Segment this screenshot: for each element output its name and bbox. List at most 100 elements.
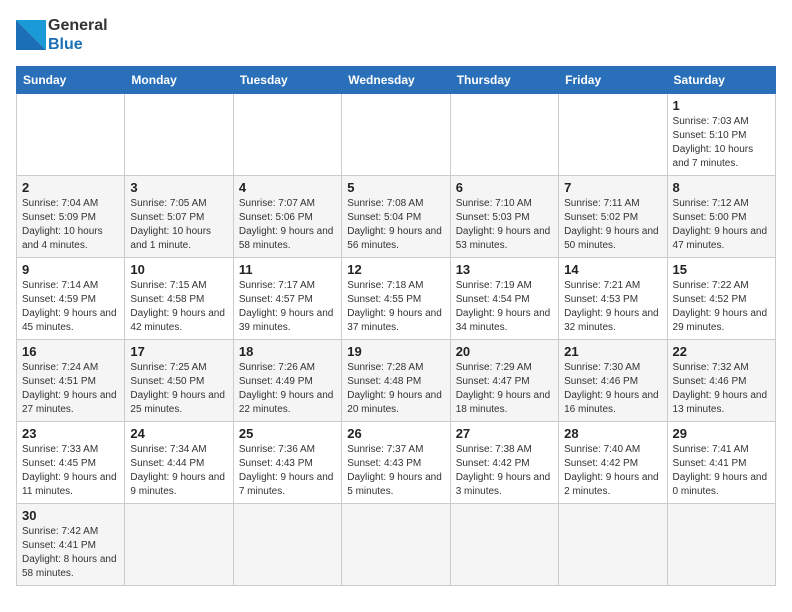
calendar-day-24: 24Sunrise: 7:34 AM Sunset: 4:44 PM Dayli… [125,422,233,504]
empty-day-cell [17,94,125,176]
day-number: 21 [564,344,661,359]
empty-day-cell [233,504,341,586]
calendar-day-30: 30 Sunrise: 7:42 AM Sunset: 4:41 PM Dayli… [17,504,125,586]
empty-day-cell [342,94,450,176]
day-info: Sunrise: 7:11 AM Sunset: 5:02 PM Dayligh… [564,197,661,253]
day-info: Sunrise: 7:32 AM Sunset: 4:46 PM Dayligh… [673,361,770,417]
calendar-day-27: 27 Sunrise: 7:38 AM Sunset: 4:42 PM Dayli… [450,422,558,504]
empty-day-cell [450,504,558,586]
calendar-day-13: 13 Sunrise: 7:19 AM Sunset: 4:54 PM Dayli… [450,258,558,340]
calendar-week-row: 2 Sunrise: 7:04 AM Sunset: 5:09 PM Daylig… [17,176,776,258]
day-info: Sunrise: 7:18 AM Sunset: 4:55 PM Dayligh… [347,279,444,335]
calendar-week-row: 16Sunrise: 7:24 AM Sunset: 4:51 PM Dayli… [17,340,776,422]
day-number: 11 [239,262,336,277]
calendar-week-row: 23Sunrise: 7:33 AM Sunset: 4:45 PM Dayli… [17,422,776,504]
day-info: Sunrise: 7:38 AM Sunset: 4:42 PM Dayligh… [456,443,553,499]
day-number: 13 [456,262,553,277]
day-number: 3 [130,180,227,195]
day-info: Sunrise: 7:37 AM Sunset: 4:43 PM Dayligh… [347,443,444,499]
calendar-day-6: 6Sunrise: 7:10 AM Sunset: 5:03 PM Daylig… [450,176,558,258]
day-info: Sunrise: 7:08 AM Sunset: 5:04 PM Dayligh… [347,197,444,253]
logo-general-text: General [48,16,108,35]
calendar-day-16: 16Sunrise: 7:24 AM Sunset: 4:51 PM Dayli… [17,340,125,422]
day-info: Sunrise: 7:04 AM Sunset: 5:09 PM Dayligh… [22,197,119,253]
empty-day-cell [233,94,341,176]
calendar-table: SundayMondayTuesdayWednesdayThursdayFrid… [16,66,776,586]
day-number: 2 [22,180,119,195]
weekday-header-thursday: Thursday [450,67,558,94]
day-info: Sunrise: 7:28 AM Sunset: 4:48 PM Dayligh… [347,361,444,417]
day-number: 6 [456,180,553,195]
calendar-day-9: 9Sunrise: 7:14 AM Sunset: 4:59 PM Daylig… [17,258,125,340]
logo-blue-text: Blue [48,35,108,54]
day-number: 12 [347,262,444,277]
day-info: Sunrise: 7:26 AM Sunset: 4:49 PM Dayligh… [239,361,336,417]
day-number: 9 [22,262,119,277]
empty-day-cell [667,504,775,586]
calendar-day-18: 18 Sunrise: 7:26 AM Sunset: 4:49 PM Dayli… [233,340,341,422]
day-number: 10 [130,262,227,277]
day-number: 30 [22,508,119,523]
calendar-day-19: 19 Sunrise: 7:28 AM Sunset: 4:48 PM Dayli… [342,340,450,422]
weekday-header-row: SundayMondayTuesdayWednesdayThursdayFrid… [17,67,776,94]
day-number: 15 [673,262,770,277]
day-info: Sunrise: 7:03 AM Sunset: 5:10 PM Dayligh… [673,115,770,171]
day-number: 26 [347,426,444,441]
logo-wordmark: General Blue [16,16,108,54]
day-number: 8 [673,180,770,195]
day-number: 27 [456,426,553,441]
weekday-header-sunday: Sunday [17,67,125,94]
day-number: 7 [564,180,661,195]
day-info: Sunrise: 7:21 AM Sunset: 4:53 PM Dayligh… [564,279,661,335]
calendar-day-8: 8 Sunrise: 7:12 AM Sunset: 5:00 PM Daylig… [667,176,775,258]
calendar-week-row: 30 Sunrise: 7:42 AM Sunset: 4:41 PM Dayli… [17,504,776,586]
calendar-day-2: 2 Sunrise: 7:04 AM Sunset: 5:09 PM Daylig… [17,176,125,258]
calendar-day-20: 20 Sunrise: 7:29 AM Sunset: 4:47 PM Dayli… [450,340,558,422]
calendar-day-1: 1Sunrise: 7:03 AM Sunset: 5:10 PM Daylig… [667,94,775,176]
day-number: 17 [130,344,227,359]
day-info: Sunrise: 7:41 AM Sunset: 4:41 PM Dayligh… [673,443,770,499]
empty-day-cell [125,94,233,176]
day-number: 20 [456,344,553,359]
weekday-header-friday: Friday [559,67,667,94]
day-number: 22 [673,344,770,359]
day-info: Sunrise: 7:40 AM Sunset: 4:42 PM Dayligh… [564,443,661,499]
calendar-day-11: 11 Sunrise: 7:17 AM Sunset: 4:57 PM Dayli… [233,258,341,340]
calendar-week-row: 1Sunrise: 7:03 AM Sunset: 5:10 PM Daylig… [17,94,776,176]
day-number: 18 [239,344,336,359]
calendar-day-25: 25Sunrise: 7:36 AM Sunset: 4:43 PM Dayli… [233,422,341,504]
empty-day-cell [559,94,667,176]
day-info: Sunrise: 7:19 AM Sunset: 4:54 PM Dayligh… [456,279,553,335]
day-info: Sunrise: 7:07 AM Sunset: 5:06 PM Dayligh… [239,197,336,253]
day-info: Sunrise: 7:17 AM Sunset: 4:57 PM Dayligh… [239,279,336,335]
calendar-day-12: 12 Sunrise: 7:18 AM Sunset: 4:55 PM Dayli… [342,258,450,340]
empty-day-cell [342,504,450,586]
weekday-header-monday: Monday [125,67,233,94]
calendar-day-21: 21Sunrise: 7:30 AM Sunset: 4:46 PM Dayli… [559,340,667,422]
day-info: Sunrise: 7:15 AM Sunset: 4:58 PM Dayligh… [130,279,227,335]
day-info: Sunrise: 7:29 AM Sunset: 4:47 PM Dayligh… [456,361,553,417]
logo-container: General Blue [16,16,108,54]
empty-day-cell [450,94,558,176]
day-info: Sunrise: 7:05 AM Sunset: 5:07 PM Dayligh… [130,197,227,253]
calendar-day-26: 26 Sunrise: 7:37 AM Sunset: 4:43 PM Dayli… [342,422,450,504]
calendar-day-22: 22 Sunrise: 7:32 AM Sunset: 4:46 PM Dayli… [667,340,775,422]
empty-day-cell [125,504,233,586]
day-number: 25 [239,426,336,441]
calendar-day-4: 4Sunrise: 7:07 AM Sunset: 5:06 PM Daylig… [233,176,341,258]
weekday-header-saturday: Saturday [667,67,775,94]
day-number: 14 [564,262,661,277]
calendar-day-23: 23Sunrise: 7:33 AM Sunset: 4:45 PM Dayli… [17,422,125,504]
calendar-day-15: 15 Sunrise: 7:22 AM Sunset: 4:52 PM Dayli… [667,258,775,340]
day-number: 19 [347,344,444,359]
day-info: Sunrise: 7:12 AM Sunset: 5:00 PM Dayligh… [673,197,770,253]
weekday-header-wednesday: Wednesday [342,67,450,94]
day-number: 24 [130,426,227,441]
day-info: Sunrise: 7:22 AM Sunset: 4:52 PM Dayligh… [673,279,770,335]
day-info: Sunrise: 7:42 AM Sunset: 4:41 PM Dayligh… [22,525,119,581]
day-number: 29 [673,426,770,441]
logo: General Blue [16,16,108,54]
day-number: 23 [22,426,119,441]
weekday-header-tuesday: Tuesday [233,67,341,94]
logo-triangle-icon [16,20,46,50]
